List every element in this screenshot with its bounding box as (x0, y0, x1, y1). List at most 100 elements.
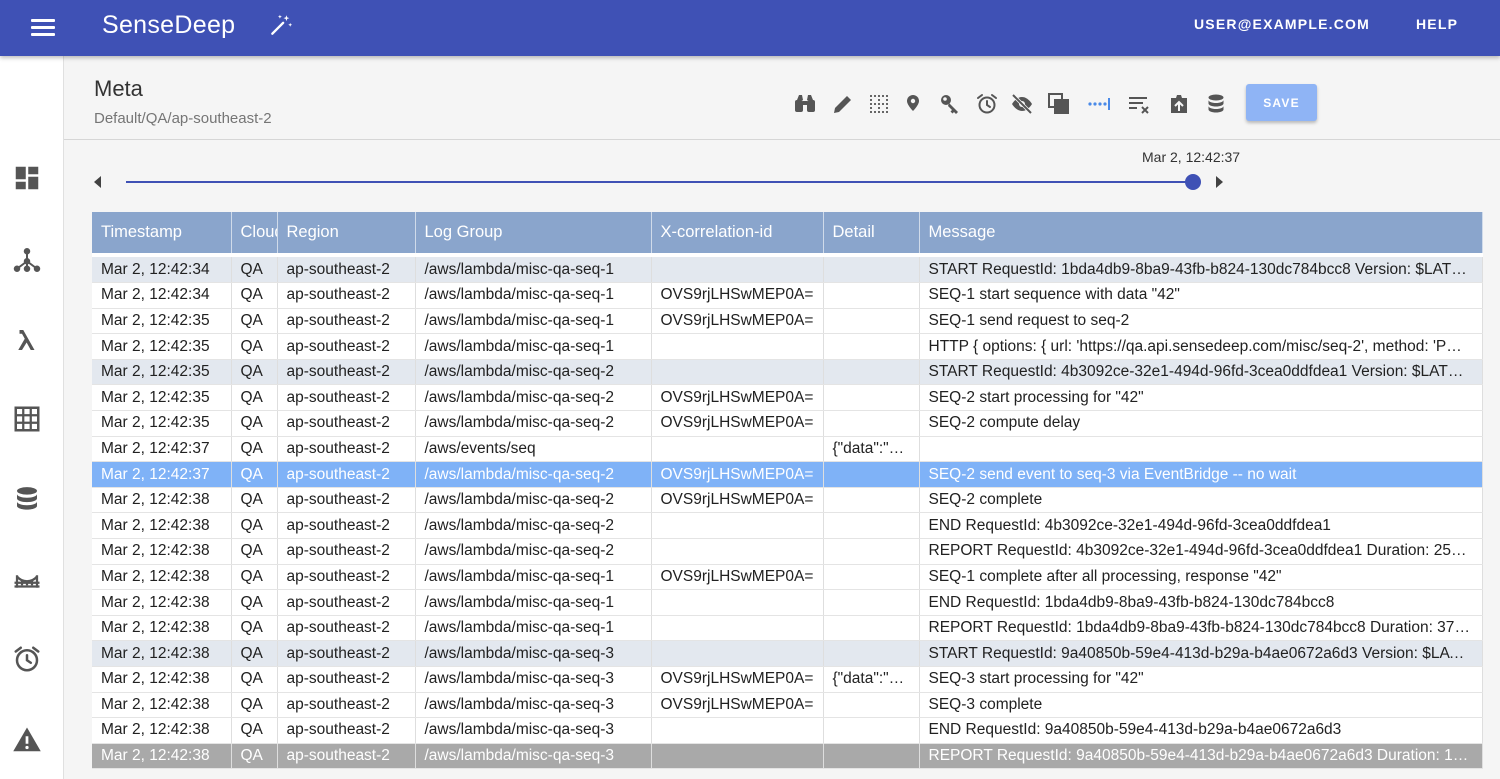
table-row[interactable]: Mar 2, 12:42:38 QA ap-southeast-2/aws/lamb… (92, 615, 1483, 642)
lambda-icon[interactable] (12, 325, 42, 355)
dashboard-icon[interactable] (12, 163, 42, 193)
cell-timestamp: Mar 2, 12:42:38 (92, 538, 232, 565)
app-title[interactable]: SenseDeep (102, 10, 235, 40)
column-header-correlation-id[interactable]: X-correlation-id (651, 212, 824, 253)
magic-wand-icon[interactable] (268, 12, 294, 38)
network-icon[interactable] (12, 245, 42, 275)
cell-timestamp: Mar 2, 12:42:37 (92, 461, 232, 488)
cell-timestamp: Mar 2, 12:42:35 (92, 333, 232, 360)
cell-message: START RequestId: 4b3092ce-32e1-494d-96fd… (919, 359, 1483, 386)
cell-message: SEQ-1 start sequence with data "42" (919, 282, 1483, 309)
grid-select-icon[interactable] (867, 92, 891, 116)
cell-correlation-id: OVS9rjLHSwMEP0A= (651, 692, 824, 719)
table-row[interactable]: Mar 2, 12:42:34 QA ap-southeast-2/aws/lamb… (92, 257, 1483, 284)
cell-correlation-id (651, 589, 824, 616)
column-header-region[interactable]: Region (277, 212, 416, 253)
column-header-message[interactable]: Message (919, 212, 1483, 253)
breadcrumb-item[interactable]: QA (146, 110, 168, 128)
cell-correlation-id (651, 436, 824, 463)
timeline-slider-thumb[interactable] (1185, 174, 1201, 190)
timeline-track[interactable] (126, 181, 1194, 183)
breadcrumb-item[interactable]: ap-southeast-2 (172, 110, 272, 128)
table-row[interactable]: Mar 2, 12:42:38 QA ap-southeast-2/aws/lamb… (92, 743, 1483, 770)
cell-message: START RequestId: 9a40850b-59e4-413d-b29a… (919, 640, 1483, 667)
cell-message: SEQ-3 start processing for "42" (919, 666, 1483, 693)
help-link[interactable]: HELP (1416, 16, 1458, 32)
cell-message: HTTP { options: { url: 'https://qa.api.s… (919, 333, 1483, 360)
cell-detail (823, 743, 920, 770)
table-row[interactable]: Mar 2, 12:42:35 QA ap-southeast-2/aws/lamb… (92, 384, 1483, 412)
column-header-detail[interactable]: Detail (823, 212, 920, 253)
binoculars-icon[interactable] (793, 92, 817, 116)
map-pin-icon[interactable] (901, 92, 925, 116)
page-title: Meta (94, 76, 143, 101)
table-row[interactable]: Mar 2, 12:42:38 QA ap-southeast-2/aws/lamb… (92, 564, 1483, 591)
alarm-clock-icon[interactable] (12, 644, 42, 674)
cell-timestamp: Mar 2, 12:42:35 (92, 384, 232, 412)
cell-region: ap-southeast-2 (277, 282, 416, 309)
table-row[interactable]: Mar 2, 12:42:38 QA ap-southeast-2/aws/lamb… (92, 487, 1483, 514)
alarm-clock-icon[interactable] (975, 92, 999, 116)
cell-timestamp: Mar 2, 12:42:38 (92, 666, 232, 693)
warning-icon[interactable] (12, 725, 42, 755)
copy-icon[interactable] (1047, 92, 1071, 116)
pencil-icon[interactable] (831, 92, 855, 116)
cell-region: ap-southeast-2 (277, 333, 416, 360)
cell-message: SEQ-1 complete after all processing, res… (919, 564, 1483, 591)
timeline-prev-icon[interactable] (94, 176, 101, 188)
bridge-icon[interactable] (12, 564, 42, 594)
table-row[interactable]: Mar 2, 12:42:34 QA ap-southeast-2/aws/lamb… (92, 282, 1483, 309)
cell-correlation-id: OVS9rjLHSwMEP0A= (651, 487, 824, 514)
filter-clear-icon[interactable] (1127, 92, 1151, 116)
upload-icon[interactable] (1167, 92, 1191, 116)
cell-detail (823, 717, 920, 744)
cell-correlation-id: OVS9rjLHSwMEP0A= (651, 461, 824, 488)
table-row[interactable]: Mar 2, 12:42:38 QA ap-southeast-2/aws/lamb… (92, 692, 1483, 719)
cell-detail (823, 257, 920, 284)
table-row[interactable]: Mar 2, 12:42:38 QA ap-southeast-2/aws/lamb… (92, 717, 1483, 744)
cell-cloud: QA (231, 436, 278, 463)
key-icon[interactable] (938, 92, 962, 116)
cell-region: ap-southeast-2 (277, 461, 416, 488)
table-row[interactable]: Mar 2, 12:42:38 QA ap-southeast-2/aws/lamb… (92, 640, 1483, 667)
table-row[interactable]: Mar 2, 12:42:35 QA ap-southeast-2/aws/lamb… (92, 410, 1483, 437)
eye-off-icon[interactable] (1010, 92, 1034, 116)
table-row[interactable]: Mar 2, 12:42:38 QA ap-southeast-2/aws/lamb… (92, 666, 1483, 693)
user-menu-link[interactable]: USER@EXAMPLE.COM (1194, 16, 1370, 32)
cell-cloud: QA (231, 410, 278, 437)
database-icon[interactable] (12, 484, 42, 514)
column-header-timestamp[interactable]: Timestamp (92, 212, 232, 253)
table-row[interactable]: Mar 2, 12:42:38 QA ap-southeast-2/aws/lamb… (92, 589, 1483, 616)
cell-timestamp: Mar 2, 12:42:38 (92, 640, 232, 667)
cell-cloud: QA (231, 717, 278, 744)
breadcrumb-item[interactable]: Default (94, 110, 142, 128)
more-horizontal-icon[interactable] (1087, 92, 1111, 116)
table-row[interactable]: Mar 2, 12:42:38 QA ap-southeast-2/aws/lamb… (92, 512, 1483, 540)
main-content: Mar 2, 12:42:37 Timestamp Cloud Region L… (64, 140, 1500, 779)
cell-log-group: /aws/lambda/misc-qa-seq-3 (415, 743, 652, 770)
cell-log-group: /aws/lambda/misc-qa-seq-1 (415, 589, 652, 616)
table-row[interactable]: Mar 2, 12:42:35 QA ap-southeast-2/aws/lamb… (92, 308, 1483, 335)
save-button[interactable]: SAVE (1246, 84, 1317, 121)
cell-region: ap-southeast-2 (277, 257, 416, 284)
column-header-cloud[interactable]: Cloud (231, 212, 278, 253)
cell-log-group: /aws/lambda/misc-qa-seq-2 (415, 410, 652, 437)
cell-cloud: QA (231, 640, 278, 667)
menu-icon[interactable] (28, 13, 58, 43)
cell-timestamp: Mar 2, 12:42:34 (92, 257, 232, 284)
table-row[interactable]: Mar 2, 12:42:38 QA ap-southeast-2/aws/lamb… (92, 538, 1483, 565)
cell-correlation-id (651, 359, 824, 386)
cell-timestamp: Mar 2, 12:42:34 (92, 282, 232, 309)
cell-correlation-id: OVS9rjLHSwMEP0A= (651, 564, 824, 591)
column-header-log-group[interactable]: Log Group (415, 212, 652, 253)
table-row[interactable]: Mar 2, 12:42:37 QA ap-southeast-2/aws/even… (92, 436, 1483, 463)
cell-region: ap-southeast-2 (277, 359, 416, 386)
table-row[interactable]: Mar 2, 12:42:35 QA ap-southeast-2/aws/lamb… (92, 359, 1483, 386)
cell-message: REPORT RequestId: 4b3092ce-32e1-494d-96f… (919, 538, 1483, 565)
timeline-next-icon[interactable] (1216, 176, 1223, 188)
table-icon[interactable] (12, 404, 42, 434)
cell-region: ap-southeast-2 (277, 564, 416, 591)
table-row[interactable]: Mar 2, 12:42:37 QA ap-southeast-2/aws/lamb… (92, 461, 1483, 488)
database-icon[interactable] (1204, 92, 1228, 116)
table-row[interactable]: Mar 2, 12:42:35 QA ap-southeast-2/aws/lamb… (92, 333, 1483, 360)
